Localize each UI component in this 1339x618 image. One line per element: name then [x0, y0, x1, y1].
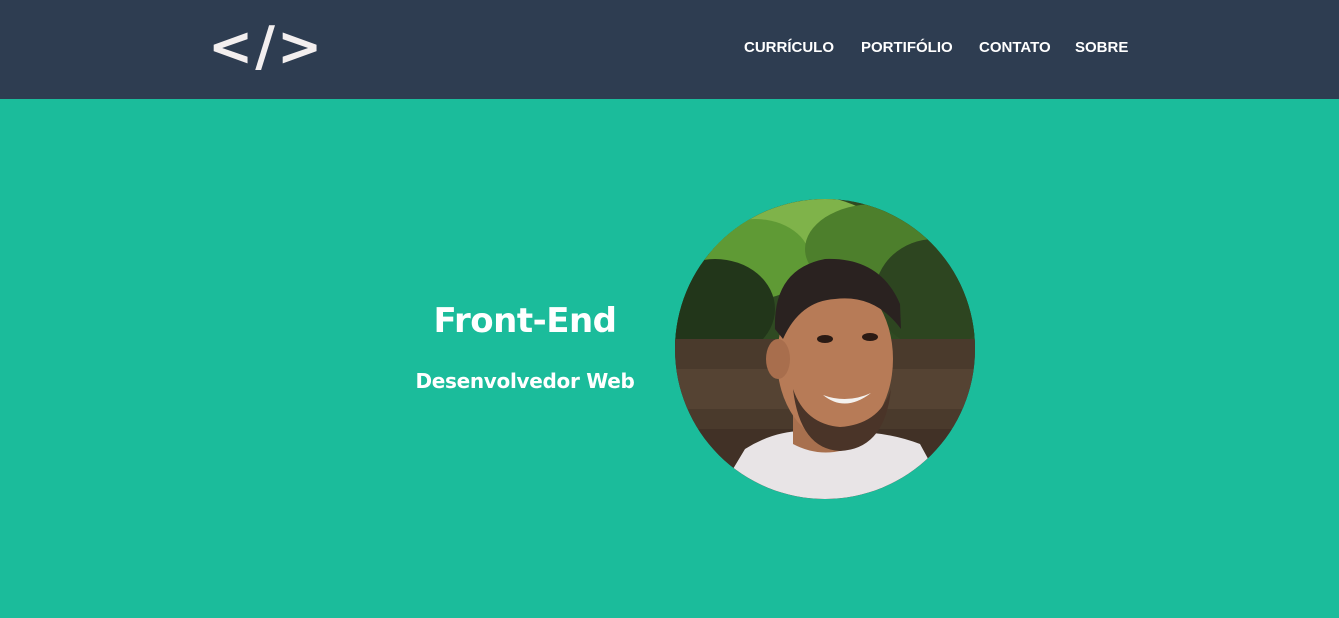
hero-section: Front-End Desenvolvedor Web: [0, 99, 1339, 618]
profile-photo: [675, 199, 975, 499]
nav-link-curriculo[interactable]: CURRÍCULO: [744, 38, 834, 58]
profile-photo-image: [675, 199, 975, 499]
code-logo-icon[interactable]: </>: [208, 14, 322, 80]
site-header: </> CURRÍCULO PORTIFÓLIO CONTATO SOBRE: [0, 0, 1339, 99]
hero-title: Front-End: [433, 301, 617, 341]
nav-link-portifolio[interactable]: PORTIFÓLIO: [861, 38, 953, 58]
hero-subtitle: Desenvolvedor Web: [415, 369, 635, 393]
nav-link-sobre[interactable]: SOBRE: [1075, 38, 1128, 58]
nav-link-contato[interactable]: CONTATO: [979, 38, 1051, 58]
